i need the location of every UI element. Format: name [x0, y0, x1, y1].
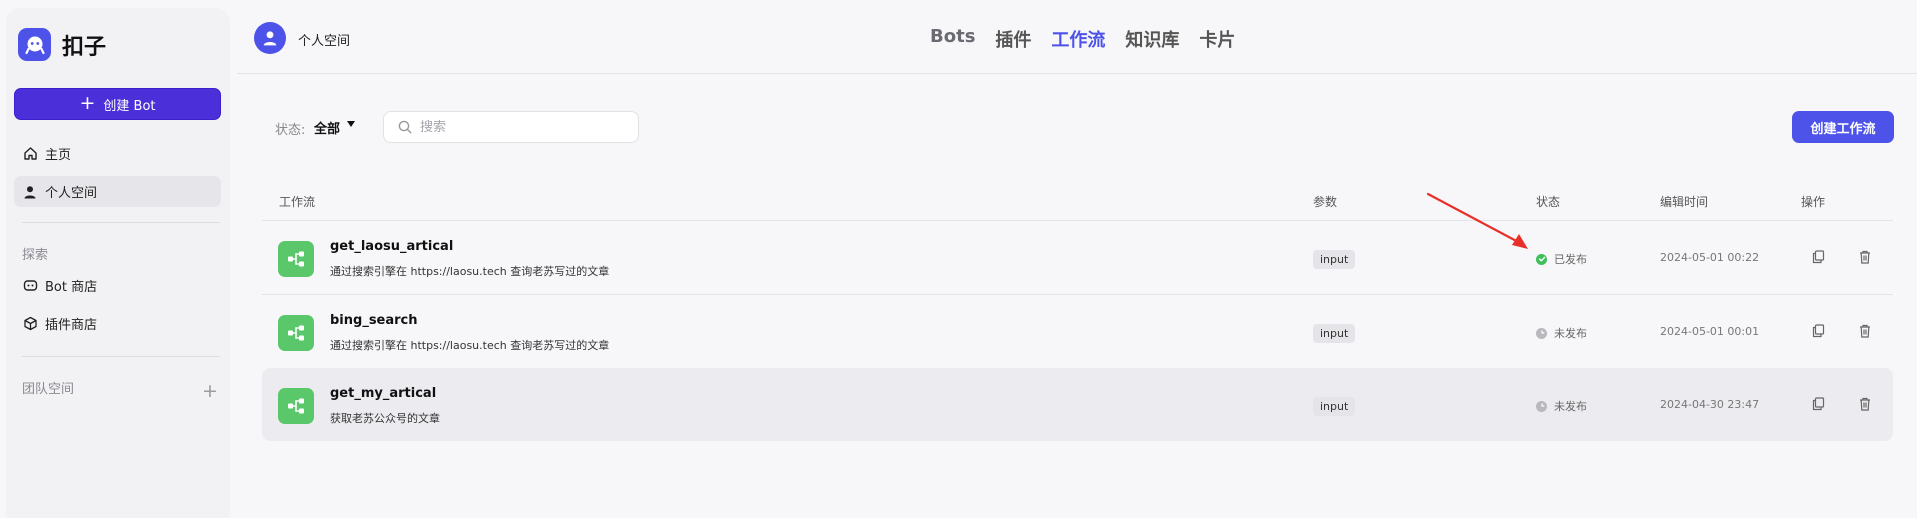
trash-icon[interactable] [1856, 322, 1874, 340]
status-text: 已发布 [1554, 253, 1587, 266]
workflow-name[interactable]: get_my_artical [330, 386, 436, 401]
bot-icon [22, 278, 38, 294]
status-text: 未发布 [1554, 400, 1587, 413]
create-bot-label: 创建 Bot [103, 98, 156, 114]
sidebar-item-home[interactable]: 主页 [14, 138, 221, 169]
copy-icon[interactable] [1809, 395, 1827, 413]
create-bot-button[interactable]: + 创建 Bot [14, 88, 221, 120]
edit-time: 2024-05-01 00:22 [1660, 251, 1760, 264]
sidebar-item-plugin-store[interactable]: 插件商店 [14, 308, 221, 339]
copy-icon[interactable] [1809, 248, 1827, 266]
search-icon [398, 120, 412, 134]
param-tag: input [1313, 397, 1356, 416]
param-tag: input [1313, 250, 1356, 269]
tab-bar: Bots 插件 工作流 知识库 卡片 [930, 26, 1255, 52]
status-text: 未发布 [1554, 327, 1587, 340]
clock-icon [1536, 327, 1547, 339]
status-badge: 未发布 [1536, 398, 1587, 414]
workflow-icon [278, 388, 314, 424]
top-bar: 个人空间 Bots 插件 工作流 知识库 卡片 [237, 0, 1917, 74]
space-name: 个人空间 [298, 34, 351, 49]
caret-down-icon[interactable] [347, 121, 355, 127]
home-icon [22, 146, 38, 162]
sidebar-item-label: Bot 商店 [45, 280, 98, 295]
cube-icon [22, 316, 38, 332]
sidebar: 扣子 + 创建 Bot 主页 个人空间 探索 Bot 商店 插件商店 团队空间 … [6, 8, 230, 518]
workflow-description: 获取老苏公众号的文章 [330, 412, 440, 425]
sidebar-item-label: 个人空间 [45, 186, 98, 201]
trash-icon[interactable] [1856, 248, 1874, 266]
tab-plugins[interactable]: 插件 [995, 26, 1031, 52]
column-header-actions: 操作 [1801, 195, 1826, 209]
user-icon [22, 184, 38, 200]
search-input[interactable] [420, 119, 620, 135]
add-team-icon[interactable]: + [202, 382, 218, 401]
table-row[interactable]: get_laosu_artical 通过搜索引擎在 https://laosu.… [262, 221, 1893, 294]
workflow-name[interactable]: bing_search [330, 313, 418, 328]
copy-icon[interactable] [1809, 322, 1827, 340]
create-workflow-button[interactable]: 创建工作流 [1792, 111, 1894, 143]
sidebar-item-label: 插件商店 [45, 318, 98, 333]
tab-workflows[interactable]: 工作流 [1051, 26, 1105, 52]
sidebar-divider [22, 222, 220, 223]
param-tag: input [1313, 324, 1356, 343]
status-filter-dropdown[interactable]: 全部 [314, 118, 340, 137]
arrow-annotation [1426, 192, 1528, 249]
workflow-description: 通过搜索引擎在 https://laosu.tech 查询老苏写过的文章 [330, 339, 610, 352]
workflow-description: 通过搜索引擎在 https://laosu.tech 查询老苏写过的文章 [330, 265, 610, 278]
app-logo[interactable]: 扣子 [18, 28, 106, 61]
avatar[interactable] [254, 22, 286, 54]
sidebar-item-personal-space[interactable]: 个人空间 [14, 176, 221, 207]
edit-time: 2024-04-30 23:47 [1660, 398, 1760, 411]
tab-knowledge[interactable]: 知识库 [1125, 26, 1179, 52]
workflow-name[interactable]: get_laosu_artical [330, 239, 453, 254]
table-row[interactable]: get_my_artical 获取老苏公众号的文章 input 未发布 2024… [262, 368, 1893, 441]
trash-icon[interactable] [1856, 395, 1874, 413]
team-space-title[interactable]: 团队空间 [22, 378, 74, 397]
tab-bots[interactable]: Bots [930, 26, 975, 52]
search-box[interactable] [383, 111, 639, 143]
sidebar-item-bot-store[interactable]: Bot 商店 [14, 270, 221, 301]
table-row[interactable]: bing_search 通过搜索引擎在 https://laosu.tech 查… [262, 295, 1893, 368]
explore-section-title: 探索 [22, 248, 49, 263]
sidebar-item-label: 主页 [45, 148, 72, 163]
plus-icon: + [79, 91, 96, 114]
logo-icon [18, 28, 51, 61]
status-filter-label: 状态: [275, 123, 306, 138]
clock-icon [1536, 400, 1547, 412]
app-name: 扣子 [62, 34, 107, 60]
workflow-icon [278, 241, 314, 277]
workflow-icon [278, 315, 314, 351]
column-header-edit-time: 编辑时间 [1660, 195, 1709, 209]
status-badge: 未发布 [1536, 325, 1587, 341]
status-badge: 已发布 [1536, 251, 1587, 267]
edit-time: 2024-05-01 00:01 [1660, 325, 1760, 338]
sidebar-divider [22, 356, 220, 357]
tab-cards[interactable]: 卡片 [1199, 26, 1235, 52]
column-header-workflow: 工作流 [279, 195, 316, 209]
column-header-params: 参数 [1313, 195, 1338, 209]
